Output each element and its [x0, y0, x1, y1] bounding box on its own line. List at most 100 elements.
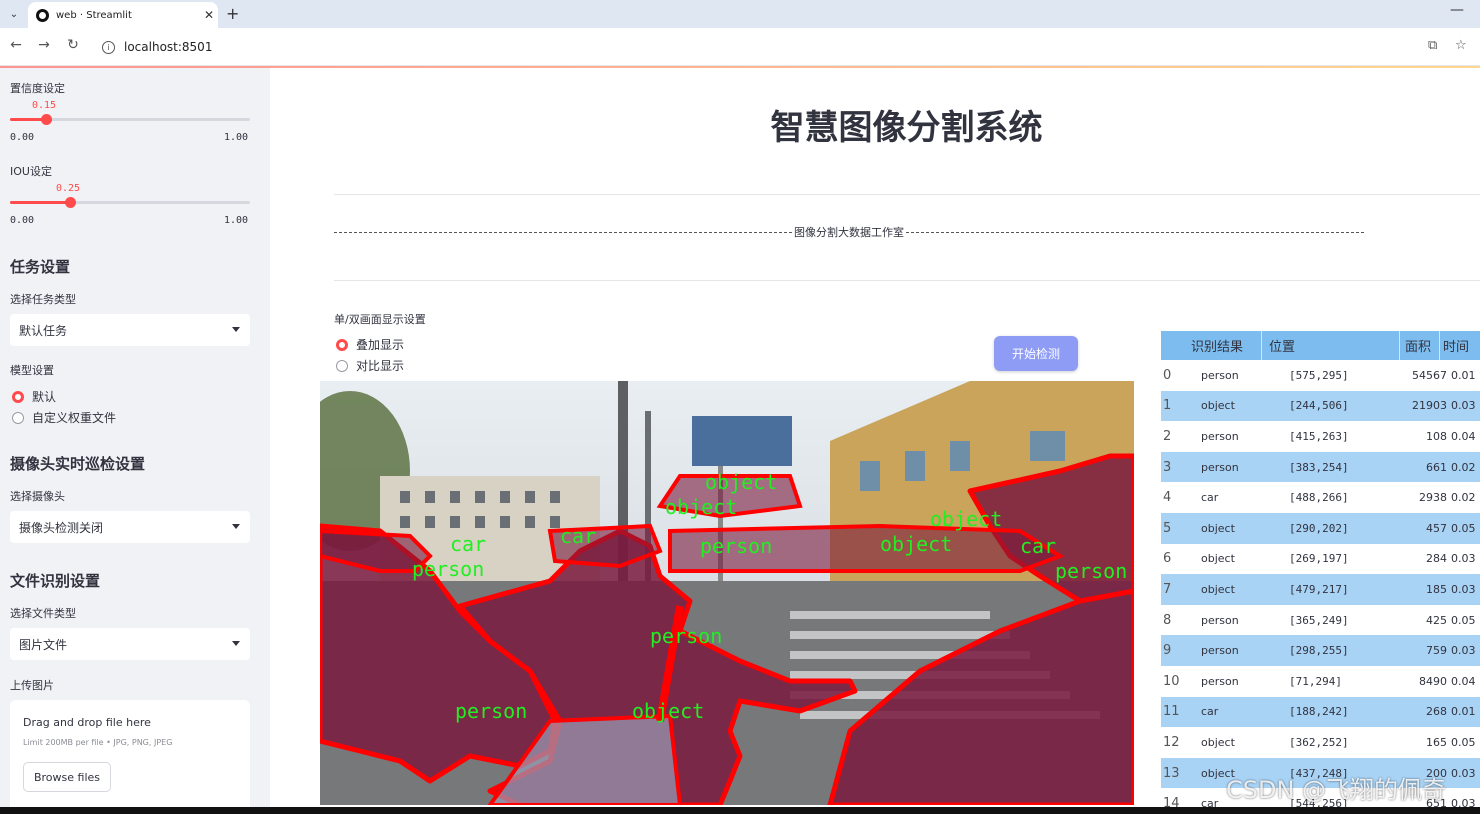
row-area: 185 — [1426, 582, 1447, 596]
row-index: 7 — [1163, 581, 1172, 597]
mask-label-object: object — [705, 470, 777, 494]
table-row[interactable]: 11 car [188,242] 268 0.01 — [1161, 696, 1480, 728]
reload-icon[interactable]: ↻ — [63, 37, 83, 53]
table-row[interactable]: 12 object [362,252] 165 0.05 — [1161, 727, 1480, 758]
camera-value: 摄像头检测关闭 — [19, 520, 104, 535]
table-row[interactable]: 5 object [290,202] 457 0.05 — [1161, 513, 1480, 544]
file-type-select[interactable]: 图片文件 — [10, 628, 250, 660]
row-index: 0 — [1163, 367, 1172, 383]
start-detection-button[interactable]: 开始检测 — [994, 336, 1078, 371]
table-row[interactable]: 6 object [269,197] 284 0.03 — [1161, 544, 1480, 575]
model-option-custom[interactable]: 自定义权重文件 — [12, 409, 116, 426]
file-uploader-dropzone[interactable]: Drag and drop file here Limit 200MB per … — [10, 700, 250, 812]
model-option-default[interactable]: 默认 — [12, 388, 56, 405]
iou-label: IOU设定 — [10, 165, 52, 178]
column-header-time[interactable]: 时间 — [1443, 331, 1469, 360]
column-header-position[interactable]: 位置 — [1269, 331, 1379, 360]
camera-section-heading: 摄像头实时巡检设置 — [10, 455, 146, 473]
confidence-max: 1.00 — [224, 132, 249, 143]
row-position: [415,263] — [1289, 429, 1349, 443]
csdn-watermark: CSDN @飞翔的佩奇 — [1226, 776, 1447, 804]
forward-arrow-icon[interactable]: → — [34, 37, 54, 53]
confidence-slider[interactable] — [10, 114, 250, 125]
table-row[interactable]: 9 person [298,255] 759 0.03 — [1161, 635, 1480, 666]
upload-drop-text: Drag and drop file here — [23, 716, 151, 729]
browse-files-button[interactable]: Browse files — [23, 762, 111, 792]
iou-slider-thumb[interactable] — [65, 197, 76, 208]
column-header-area[interactable]: 面积 — [1405, 331, 1431, 360]
streamlit-favicon-icon — [36, 8, 49, 22]
url-field[interactable]: i localhost:8501 — [92, 33, 1422, 61]
file-type-value: 图片文件 — [19, 637, 68, 652]
row-time: 0.03 — [1451, 644, 1476, 658]
table-row[interactable]: 3 person [383,254] 661 0.02 — [1161, 451, 1480, 483]
row-index: 13 — [1163, 765, 1180, 781]
back-arrow-icon[interactable]: ← — [6, 37, 26, 53]
radio-unselected-icon[interactable] — [336, 359, 348, 372]
radio-selected-icon[interactable] — [12, 390, 24, 403]
table-row[interactable]: 4 car [488,266] 2938 0.02 — [1161, 482, 1480, 513]
table-row[interactable]: 1 object [244,506] 21903 0.03 — [1161, 390, 1480, 422]
table-row[interactable]: 10 person [71,294] 8490 0.04 — [1161, 666, 1480, 697]
confidence-min: 0.00 — [10, 132, 35, 143]
row-time: 0.03 — [1451, 552, 1476, 566]
row-position: [188,242] — [1289, 705, 1349, 719]
row-time: 0.03 — [1451, 582, 1476, 596]
display-option-label: 对比显示 — [356, 359, 405, 373]
confidence-slider-thumb[interactable] — [41, 114, 52, 125]
column-header-result[interactable]: 识别结果 — [1191, 331, 1251, 360]
upload-limit-text: Limit 200MB per file • JPG, PNG, JPEG — [23, 738, 173, 747]
dashed-rule — [334, 231, 792, 233]
main-content: 智慧图像分割系统 图像分割大数据工作室 单/双画面显示设置 叠加显示 对比显示 … — [270, 68, 1480, 814]
iou-max: 1.00 — [224, 215, 249, 226]
chevron-down-icon — [232, 327, 240, 332]
camera-label: 选择摄像头 — [10, 490, 65, 503]
browser-tab[interactable]: web · Streamlit ✕ — [28, 2, 218, 28]
site-info-icon[interactable]: i — [102, 40, 115, 54]
divider — [334, 280, 1480, 281]
row-area: 54567 — [1412, 368, 1447, 382]
row-index: 3 — [1163, 459, 1172, 475]
table-row[interactable]: 2 person [415,263] 108 0.04 — [1161, 421, 1480, 452]
column-divider — [1439, 331, 1440, 360]
browser-tab-bar: ⌄ web · Streamlit ✕ + — — [0, 0, 1480, 28]
row-area: 8490 — [1419, 674, 1447, 688]
row-area: 165 — [1426, 735, 1447, 749]
row-class: object — [1201, 399, 1235, 413]
bottom-edge — [0, 807, 1480, 814]
row-class: car — [1201, 705, 1219, 719]
new-tab-plus-icon[interactable]: + — [226, 4, 239, 23]
row-index: 12 — [1163, 734, 1180, 750]
row-class: person — [1201, 613, 1239, 627]
display-option-overlay[interactable]: 叠加显示 — [336, 336, 404, 353]
tab-close-icon[interactable]: ✕ — [200, 8, 218, 22]
mask-label-object: object — [665, 495, 737, 519]
task-type-select[interactable]: 默认任务 — [10, 314, 250, 346]
iou-slider[interactable] — [10, 197, 250, 208]
row-position: [71,294] — [1289, 674, 1342, 688]
radio-selected-icon[interactable] — [336, 338, 348, 351]
table-row[interactable]: 8 person [365,249] 425 0.05 — [1161, 605, 1480, 636]
row-time: 0.04 — [1451, 429, 1476, 443]
row-index: 9 — [1163, 643, 1172, 659]
dashed-rule — [906, 231, 1364, 233]
mask-label-person: person — [455, 699, 527, 723]
mask-label-person: person — [1055, 559, 1127, 583]
row-area: 661 — [1426, 460, 1447, 474]
window-minimize-icon[interactable]: — — [1450, 2, 1464, 18]
tab-list-chevron-icon[interactable]: ⌄ — [6, 6, 22, 22]
sidebar: 置信度设定 0.15 0.00 1.00 IOU设定 0.25 0.00 1.0… — [0, 68, 270, 814]
row-area: 759 — [1426, 644, 1447, 658]
row-class: object — [1201, 521, 1235, 535]
display-option-compare[interactable]: 对比显示 — [336, 357, 404, 374]
mask-label-person: person — [700, 534, 772, 558]
table-row[interactable]: 7 object [479,217] 185 0.03 — [1161, 574, 1480, 605]
table-row[interactable]: 0 person [575,295] 54567 0.01 — [1161, 360, 1480, 391]
radio-unselected-icon[interactable] — [12, 411, 24, 424]
row-area: 2938 — [1419, 491, 1447, 505]
display-mode-label: 单/双画面显示设置 — [334, 313, 426, 326]
camera-select[interactable]: 摄像头检测关闭 — [10, 511, 250, 543]
row-time: 0.02 — [1451, 491, 1476, 505]
bookmark-star-icon[interactable]: ☆ — [1455, 38, 1467, 53]
translate-icon[interactable]: ⧉ — [1428, 38, 1437, 53]
